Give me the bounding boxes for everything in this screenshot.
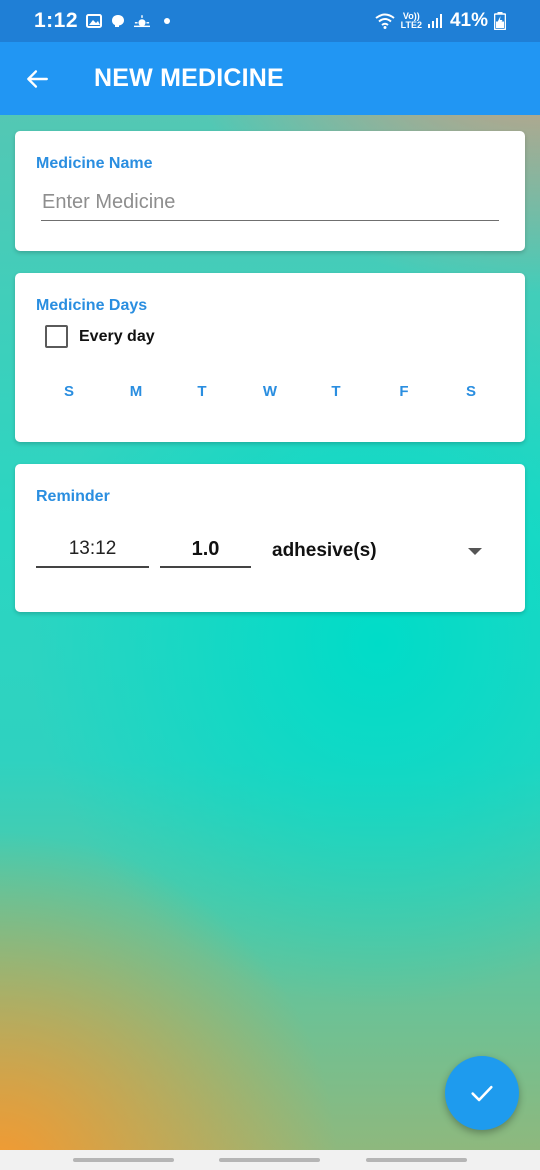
signal-icon [427, 14, 442, 28]
medicine-name-input[interactable] [41, 189, 499, 221]
wifi-icon [375, 13, 395, 29]
dose-unit-value: adhesive(s) [272, 540, 377, 561]
network-type-label: Vo)) LTE2 [401, 12, 422, 30]
battery-charging-icon [494, 12, 506, 30]
status-left: 1:12 [34, 9, 171, 33]
every-day-checkbox-row[interactable]: Every day [45, 325, 155, 348]
brain-icon [112, 15, 125, 27]
save-fab-button[interactable] [445, 1056, 519, 1130]
gallery-icon [86, 14, 103, 28]
app-bar: NEW MEDICINE [0, 42, 540, 115]
system-nav-bar [0, 1150, 540, 1170]
reminder-label: Reminder [36, 488, 110, 505]
day-toggle-wednesday[interactable]: W [255, 383, 285, 400]
dose-quantity-field[interactable]: 1.0 [160, 534, 251, 568]
day-toggle-friday[interactable]: F [389, 383, 419, 400]
every-day-label: Every day [79, 327, 155, 345]
back-button[interactable] [14, 56, 60, 102]
battery-percent: 41% [449, 10, 488, 31]
status-time: 1:12 [34, 9, 79, 32]
page-title: NEW MEDICINE [94, 64, 284, 92]
medicine-days-card: Medicine Days Every day S M T W T F S [15, 273, 525, 442]
medicine-days-label: Medicine Days [36, 297, 148, 314]
arrow-left-icon [27, 69, 48, 88]
day-toggle-saturday[interactable]: S [456, 383, 486, 400]
day-toggle-monday[interactable]: M [121, 383, 151, 400]
reminder-time-field[interactable]: 13:12 [36, 534, 149, 568]
day-toggle-tuesday[interactable]: T [187, 383, 217, 400]
day-toggle-sunday[interactable]: S [54, 383, 84, 400]
status-bar: 1:12 Vo)) LTE2 41% [0, 0, 540, 42]
nav-recents-handle[interactable] [72, 1158, 174, 1162]
check-icon [471, 1085, 493, 1102]
weather-icon [134, 15, 151, 28]
medicine-name-card: Medicine Name [15, 131, 525, 251]
nav-home-handle[interactable] [219, 1158, 321, 1162]
dose-unit-select[interactable]: adhesive(s) [272, 534, 486, 568]
status-right: Vo)) LTE2 41% [375, 10, 506, 32]
medicine-name-label: Medicine Name [36, 155, 153, 172]
caret-down-icon [468, 547, 482, 555]
nav-back-handle[interactable] [366, 1158, 468, 1162]
reminder-card: Reminder 13:12 1.0 adhesive(s) [15, 464, 525, 612]
every-day-checkbox[interactable] [45, 325, 68, 348]
lte-label: LTE2 [400, 20, 422, 30]
notification-dot-icon [164, 18, 171, 24]
day-toggle-thursday[interactable]: T [321, 383, 351, 400]
